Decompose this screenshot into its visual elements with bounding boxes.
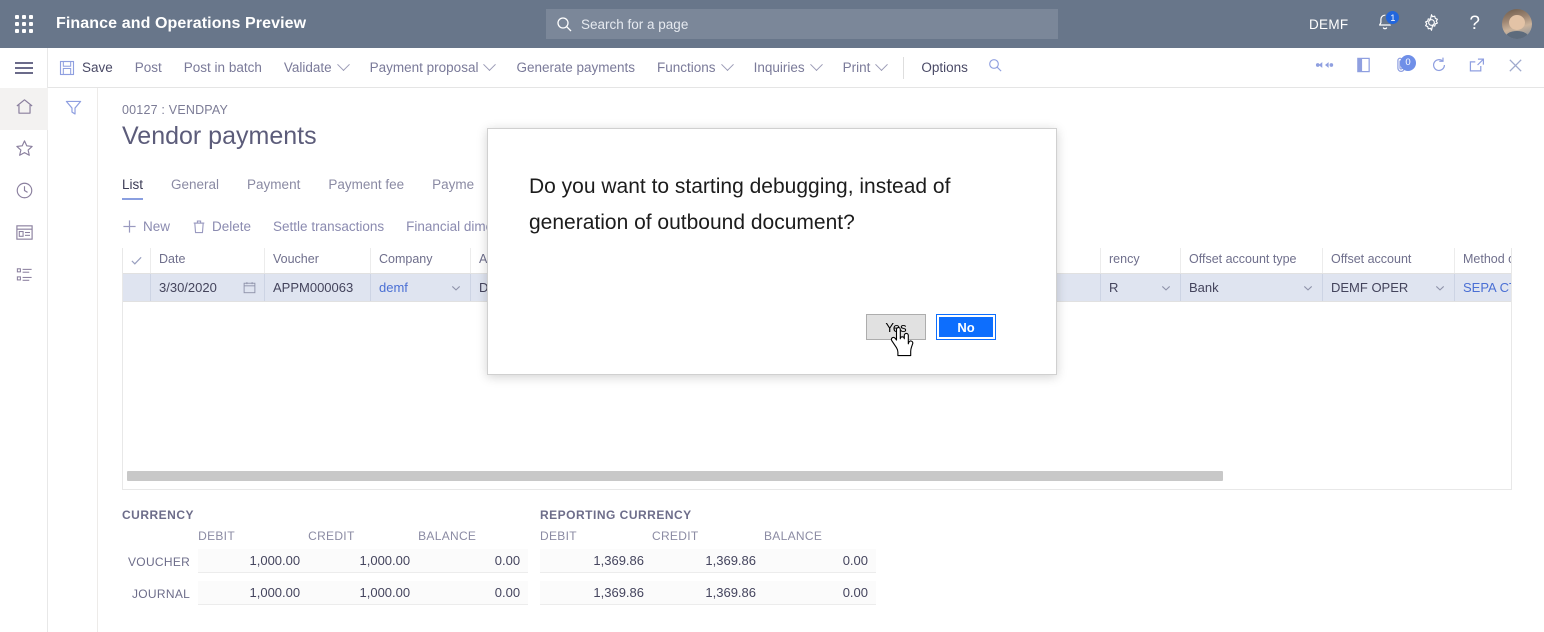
dialog-yes-button[interactable]: Yes	[866, 314, 926, 340]
dialog-no-button[interactable]: No	[936, 314, 996, 340]
modal-overlay: Do you want to starting debugging, inste…	[0, 0, 1544, 632]
dialog-message: Do you want to starting debugging, inste…	[529, 169, 969, 241]
confirmation-dialog: Do you want to starting debugging, inste…	[487, 128, 1057, 375]
application-window: Finance and Operations Preview Search fo…	[0, 0, 1544, 632]
dialog-button-group: Yes No	[866, 314, 996, 340]
